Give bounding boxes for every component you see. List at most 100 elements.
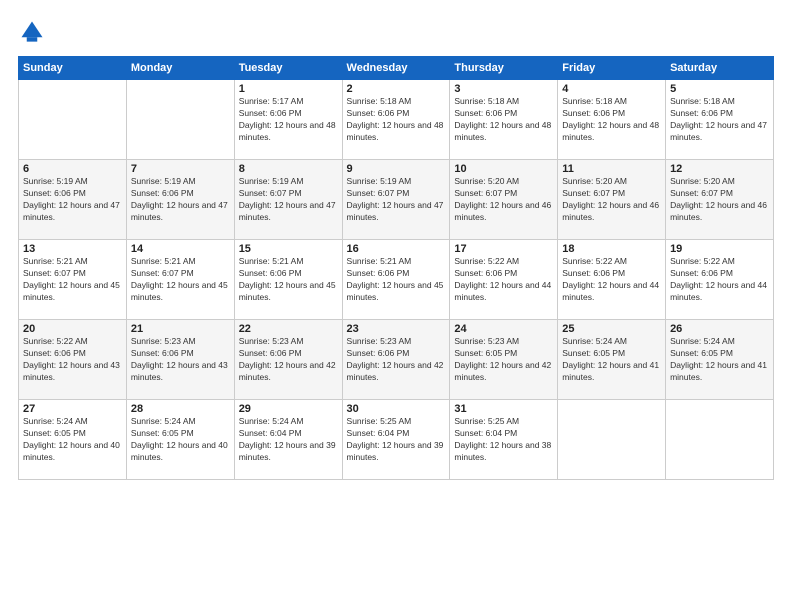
calendar-cell	[666, 400, 774, 480]
calendar-cell: 22Sunrise: 5:23 AMSunset: 6:06 PMDayligh…	[234, 320, 342, 400]
day-info: Sunrise: 5:22 AMSunset: 6:06 PMDaylight:…	[670, 256, 769, 304]
calendar-cell: 26Sunrise: 5:24 AMSunset: 6:05 PMDayligh…	[666, 320, 774, 400]
calendar-cell: 9Sunrise: 5:19 AMSunset: 6:07 PMDaylight…	[342, 160, 450, 240]
day-number: 25	[562, 323, 661, 335]
calendar-cell: 8Sunrise: 5:19 AMSunset: 6:07 PMDaylight…	[234, 160, 342, 240]
day-info: Sunrise: 5:23 AMSunset: 6:05 PMDaylight:…	[454, 336, 553, 384]
day-info: Sunrise: 5:24 AMSunset: 6:05 PMDaylight:…	[562, 336, 661, 384]
day-info: Sunrise: 5:22 AMSunset: 6:06 PMDaylight:…	[23, 336, 122, 384]
weekday-header-tuesday: Tuesday	[234, 57, 342, 80]
day-info: Sunrise: 5:24 AMSunset: 6:04 PMDaylight:…	[239, 416, 338, 464]
logo-icon	[18, 18, 46, 46]
calendar-cell: 27Sunrise: 5:24 AMSunset: 6:05 PMDayligh…	[19, 400, 127, 480]
calendar-week-5: 27Sunrise: 5:24 AMSunset: 6:05 PMDayligh…	[19, 400, 774, 480]
day-info: Sunrise: 5:23 AMSunset: 6:06 PMDaylight:…	[239, 336, 338, 384]
day-number: 31	[454, 403, 553, 415]
day-info: Sunrise: 5:24 AMSunset: 6:05 PMDaylight:…	[131, 416, 230, 464]
day-number: 30	[347, 403, 446, 415]
calendar-week-4: 20Sunrise: 5:22 AMSunset: 6:06 PMDayligh…	[19, 320, 774, 400]
calendar-cell: 2Sunrise: 5:18 AMSunset: 6:06 PMDaylight…	[342, 80, 450, 160]
calendar-cell: 6Sunrise: 5:19 AMSunset: 6:06 PMDaylight…	[19, 160, 127, 240]
day-number: 1	[239, 83, 338, 95]
day-number: 19	[670, 243, 769, 255]
page: SundayMondayTuesdayWednesdayThursdayFrid…	[0, 0, 792, 612]
day-info: Sunrise: 5:19 AMSunset: 6:06 PMDaylight:…	[131, 176, 230, 224]
day-info: Sunrise: 5:23 AMSunset: 6:06 PMDaylight:…	[131, 336, 230, 384]
calendar-cell: 3Sunrise: 5:18 AMSunset: 6:06 PMDaylight…	[450, 80, 558, 160]
calendar-cell: 4Sunrise: 5:18 AMSunset: 6:06 PMDaylight…	[558, 80, 666, 160]
day-number: 14	[131, 243, 230, 255]
day-info: Sunrise: 5:18 AMSunset: 6:06 PMDaylight:…	[670, 96, 769, 144]
day-number: 4	[562, 83, 661, 95]
day-number: 5	[670, 83, 769, 95]
day-info: Sunrise: 5:24 AMSunset: 6:05 PMDaylight:…	[670, 336, 769, 384]
calendar-cell: 11Sunrise: 5:20 AMSunset: 6:07 PMDayligh…	[558, 160, 666, 240]
day-number: 18	[562, 243, 661, 255]
day-number: 10	[454, 163, 553, 175]
day-info: Sunrise: 5:19 AMSunset: 6:07 PMDaylight:…	[347, 176, 446, 224]
day-number: 6	[23, 163, 122, 175]
calendar-week-2: 6Sunrise: 5:19 AMSunset: 6:06 PMDaylight…	[19, 160, 774, 240]
calendar-cell: 5Sunrise: 5:18 AMSunset: 6:06 PMDaylight…	[666, 80, 774, 160]
calendar-cell: 23Sunrise: 5:23 AMSunset: 6:06 PMDayligh…	[342, 320, 450, 400]
day-info: Sunrise: 5:21 AMSunset: 6:07 PMDaylight:…	[131, 256, 230, 304]
day-number: 11	[562, 163, 661, 175]
calendar-cell: 16Sunrise: 5:21 AMSunset: 6:06 PMDayligh…	[342, 240, 450, 320]
day-number: 7	[131, 163, 230, 175]
day-info: Sunrise: 5:22 AMSunset: 6:06 PMDaylight:…	[454, 256, 553, 304]
day-info: Sunrise: 5:20 AMSunset: 6:07 PMDaylight:…	[562, 176, 661, 224]
day-info: Sunrise: 5:20 AMSunset: 6:07 PMDaylight:…	[670, 176, 769, 224]
day-info: Sunrise: 5:21 AMSunset: 6:06 PMDaylight:…	[347, 256, 446, 304]
logo	[18, 18, 50, 46]
calendar-cell: 18Sunrise: 5:22 AMSunset: 6:06 PMDayligh…	[558, 240, 666, 320]
calendar-header-row: SundayMondayTuesdayWednesdayThursdayFrid…	[19, 57, 774, 80]
day-number: 28	[131, 403, 230, 415]
calendar-cell: 28Sunrise: 5:24 AMSunset: 6:05 PMDayligh…	[126, 400, 234, 480]
day-number: 21	[131, 323, 230, 335]
calendar-cell: 29Sunrise: 5:24 AMSunset: 6:04 PMDayligh…	[234, 400, 342, 480]
calendar-cell: 25Sunrise: 5:24 AMSunset: 6:05 PMDayligh…	[558, 320, 666, 400]
weekday-header-monday: Monday	[126, 57, 234, 80]
day-info: Sunrise: 5:25 AMSunset: 6:04 PMDaylight:…	[454, 416, 553, 464]
calendar-cell: 14Sunrise: 5:21 AMSunset: 6:07 PMDayligh…	[126, 240, 234, 320]
calendar-cell	[126, 80, 234, 160]
day-number: 15	[239, 243, 338, 255]
day-number: 9	[347, 163, 446, 175]
calendar-cell: 30Sunrise: 5:25 AMSunset: 6:04 PMDayligh…	[342, 400, 450, 480]
weekday-header-thursday: Thursday	[450, 57, 558, 80]
day-number: 22	[239, 323, 338, 335]
day-number: 20	[23, 323, 122, 335]
day-info: Sunrise: 5:20 AMSunset: 6:07 PMDaylight:…	[454, 176, 553, 224]
day-number: 24	[454, 323, 553, 335]
calendar-cell: 10Sunrise: 5:20 AMSunset: 6:07 PMDayligh…	[450, 160, 558, 240]
calendar-cell: 21Sunrise: 5:23 AMSunset: 6:06 PMDayligh…	[126, 320, 234, 400]
calendar-week-3: 13 Sunrise: 5:21 AMSunset: 6:07 PMDayligh…	[19, 240, 774, 320]
day-info: Sunrise: 5:24 AMSunset: 6:05 PMDaylight:…	[23, 416, 122, 464]
day-number: 26	[670, 323, 769, 335]
calendar-table: SundayMondayTuesdayWednesdayThursdayFrid…	[18, 56, 774, 480]
weekday-header-friday: Friday	[558, 57, 666, 80]
day-info: Sunrise: 5:19 AMSunset: 6:06 PMDaylight:…	[23, 176, 122, 224]
header	[18, 18, 774, 46]
day-number: 2	[347, 83, 446, 95]
calendar-cell: 15Sunrise: 5:21 AMSunset: 6:06 PMDayligh…	[234, 240, 342, 320]
calendar-cell: 31Sunrise: 5:25 AMSunset: 6:04 PMDayligh…	[450, 400, 558, 480]
calendar-cell: 24Sunrise: 5:23 AMSunset: 6:05 PMDayligh…	[450, 320, 558, 400]
day-info: Sunrise: 5:18 AMSunset: 6:06 PMDaylight:…	[562, 96, 661, 144]
day-number: 23	[347, 323, 446, 335]
day-info: Sunrise: 5:21 AMSunset: 6:06 PMDaylight:…	[239, 256, 338, 304]
calendar-cell: 20Sunrise: 5:22 AMSunset: 6:06 PMDayligh…	[19, 320, 127, 400]
day-number: 27	[23, 403, 122, 415]
day-info: Sunrise: 5:18 AMSunset: 6:06 PMDaylight:…	[347, 96, 446, 144]
day-number: 16	[347, 243, 446, 255]
day-number: 3	[454, 83, 553, 95]
weekday-header-sunday: Sunday	[19, 57, 127, 80]
calendar-week-1: 1Sunrise: 5:17 AMSunset: 6:06 PMDaylight…	[19, 80, 774, 160]
calendar-cell: 1Sunrise: 5:17 AMSunset: 6:06 PMDaylight…	[234, 80, 342, 160]
calendar-cell: 13Sunrise: 5:21 AMSunset: 6:07 PMDayligh…	[19, 240, 127, 320]
day-info: Sunrise: 5:22 AMSunset: 6:06 PMDaylight:…	[562, 256, 661, 304]
calendar-cell	[558, 400, 666, 480]
day-number: 13	[23, 243, 122, 255]
day-info: Sunrise: 5:17 AMSunset: 6:06 PMDaylight:…	[239, 96, 338, 144]
day-info: Sunrise: 5:19 AMSunset: 6:07 PMDaylight:…	[239, 176, 338, 224]
